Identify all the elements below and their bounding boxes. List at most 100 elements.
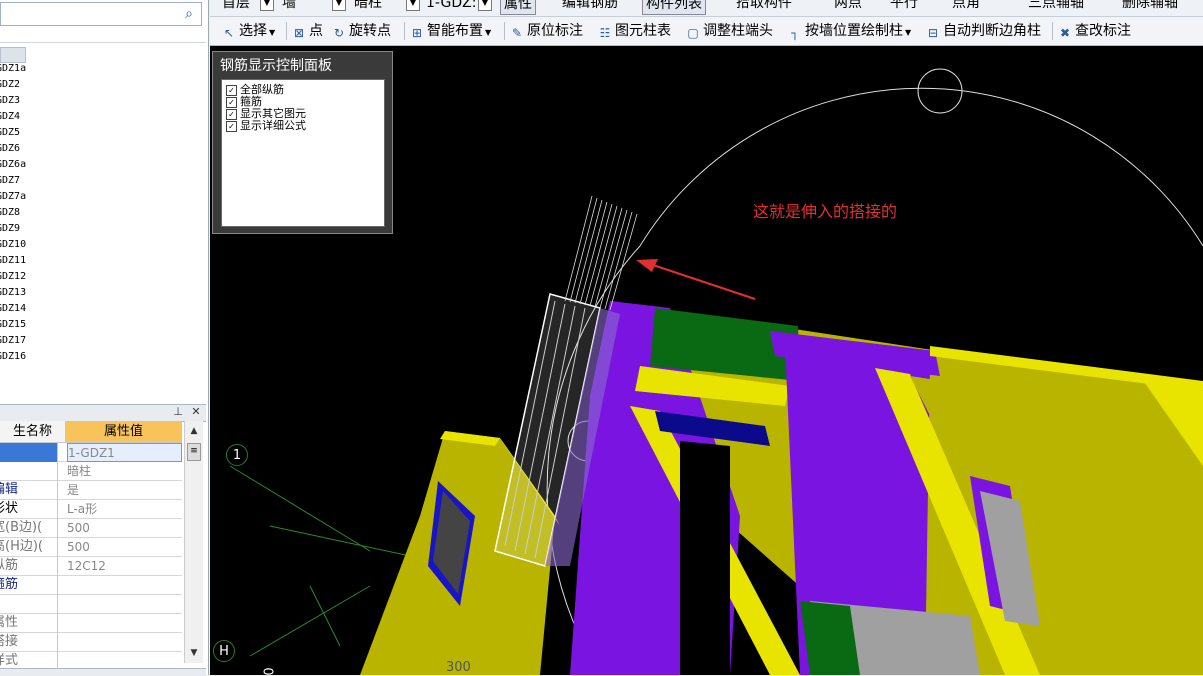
scroll-down-icon[interactable]: ▼	[188, 647, 200, 659]
tree-item[interactable]: GDZ1a	[0, 61, 26, 77]
close-icon[interactable]: ✕	[190, 406, 202, 418]
property-row[interactable]: 形状 L-a形	[0, 500, 182, 519]
lap-rebar	[564, 195, 638, 311]
tree-item[interactable]: GDZ6a	[0, 157, 26, 173]
adjust-end-button[interactable]: ▢ 调整柱端头	[686, 21, 773, 41]
property-row[interactable]: 纵筋 12C12	[0, 557, 182, 576]
edit-rebar-button[interactable]: 编辑钢筋	[562, 0, 618, 13]
scroll-up-icon[interactable]: ▲	[188, 425, 200, 437]
component-list-button[interactable]: 构件列表	[642, 0, 706, 15]
tree-item[interactable]: GDZ14	[0, 301, 26, 317]
by-wall-button[interactable]: ┐ 按墙位置绘制柱 ▼	[788, 21, 911, 41]
tree-item[interactable]: GDZ12	[0, 269, 26, 285]
property-value[interactable]	[67, 576, 182, 595]
property-name: 形状	[0, 500, 58, 519]
two-points-button[interactable]: 两点	[834, 0, 862, 13]
dimension-300: 300	[446, 660, 471, 675]
property-value[interactable]: 500	[67, 519, 182, 538]
tree-item[interactable]: GDZ4	[0, 109, 20, 125]
property-value[interactable]	[67, 614, 182, 633]
component-tree[interactable]: GDZ1aGDZ2GDZ3GDZ4GDZ5GDZ6GDZ6aGDZ7GDZ7aG…	[0, 42, 206, 399]
search-input[interactable]: ⌕	[0, 2, 202, 26]
subtype-select[interactable]: 暗柱	[354, 0, 382, 13]
rebar-options-list: ✓ 全部纵筋 ✓ 箍筋 ✓ 显示其它图元 ✓ 显示详细公式	[221, 79, 385, 227]
property-value[interactable]: 1-GDZ1	[67, 443, 182, 462]
component-select[interactable]: 1-GDZ:	[426, 0, 476, 13]
property-name: 箍筋	[0, 576, 58, 595]
point-button[interactable]: ⊠ 点	[292, 21, 323, 41]
checkbox[interactable]: ✓	[226, 121, 237, 132]
tree-item[interactable]: GDZ9	[0, 221, 20, 237]
rotate-point-button[interactable]: ↻ 旋转点	[332, 21, 391, 41]
property-name	[0, 462, 58, 481]
rotate-icon: ↻	[333, 26, 345, 40]
delete-axis-button[interactable]: 删除辅轴	[1122, 0, 1178, 13]
smart-layout-button[interactable]: ⊞ 智能布置 ▼	[410, 21, 491, 41]
property-scrollbar[interactable]: ▲ ≡ ▼	[184, 421, 203, 663]
property-value[interactable]: 500	[67, 538, 182, 557]
component-dropdown-icon[interactable]: ▼	[478, 0, 492, 13]
tree-item[interactable]: GDZ13	[0, 285, 26, 301]
axis-label-h: H	[213, 640, 235, 662]
property-row[interactable]: 1-GDZ1	[0, 443, 182, 462]
three-point-axis-button[interactable]: 三点辅轴	[1028, 0, 1084, 13]
property-row[interactable]: 编辑是	[0, 481, 182, 500]
tree-item[interactable]: GDZ17	[0, 333, 26, 349]
property-value[interactable]	[67, 595, 182, 614]
original-mark-button[interactable]: ✎ 原位标注	[510, 21, 583, 41]
floor-dropdown-icon[interactable]: ▼	[260, 0, 274, 13]
tree-item[interactable]: GDZ7	[0, 173, 20, 189]
checkbox[interactable]: ✓	[226, 109, 237, 120]
property-button[interactable]: 属性	[500, 0, 536, 15]
corner-icon: ⊟	[927, 26, 939, 40]
tree-item[interactable]: GDZ2	[0, 77, 20, 93]
tree-item[interactable]: GDZ7a	[0, 189, 26, 205]
rebar-panel-title: 钢筋显示控制面板	[220, 58, 332, 74]
left-panel: ⌕ GDZ1aGDZ2GDZ3GDZ4GDZ5GDZ6GDZ6aGDZ7GDZ7…	[0, 0, 209, 676]
property-row[interactable]: 宽(B边)(500	[0, 519, 182, 538]
tree-item[interactable]: GDZ11	[0, 253, 26, 269]
property-row[interactable]: 高(H边)(500	[0, 538, 182, 557]
tree-item[interactable]: GDZ15	[0, 317, 26, 333]
grid-line	[269, 525, 411, 557]
property-value[interactable]: 暗柱	[67, 462, 182, 481]
property-value[interactable]: 12C12	[67, 557, 182, 576]
tree-item[interactable]: GDZ5	[0, 125, 20, 141]
check-mark-button[interactable]: ✖ 查改标注	[1058, 21, 1131, 41]
tree-item[interactable]: GDZ10	[0, 237, 26, 253]
tree-item[interactable]: GDZ16	[0, 349, 26, 365]
search-icon[interactable]: ⌕	[181, 6, 197, 22]
rebar-option[interactable]: ✓ 显示详细公式	[226, 120, 306, 132]
property-row[interactable]	[0, 595, 182, 614]
grid-line	[249, 585, 371, 657]
property-panel-header: ⊥ ✕	[0, 404, 206, 422]
subtype-dropdown-icon[interactable]: ▼	[406, 0, 420, 13]
checkbox[interactable]: ✓	[226, 97, 237, 108]
tree-item[interactable]: GDZ3	[0, 93, 20, 109]
floor-select[interactable]: 首层	[222, 0, 250, 13]
parallel-button[interactable]: 平行	[890, 0, 918, 13]
property-value[interactable]: L-a形	[67, 500, 182, 519]
auto-corner-button[interactable]: ⊟ 自动判断边角柱	[926, 21, 1041, 41]
property-row[interactable]: 暗柱	[0, 462, 182, 481]
element-table-button[interactable]: ☷ 图元柱表	[598, 21, 671, 41]
property-row[interactable]: 箍筋	[0, 576, 182, 595]
property-value[interactable]: 是	[67, 481, 182, 500]
checkbox[interactable]: ✓	[226, 85, 237, 96]
property-row[interactable]: 搭接	[0, 633, 182, 652]
point-angle-button[interactable]: 点角	[952, 0, 980, 13]
rebar-control-panel: 钢筋显示控制面板 ✓ 全部纵筋 ✓ 箍筋 ✓ 显示其它图元 ✓ 显示详细公式	[212, 51, 393, 234]
dimension-0: 0	[262, 667, 278, 675]
pin-icon[interactable]: ⊥	[172, 406, 184, 418]
property-row[interactable]: 属性	[0, 614, 182, 633]
select-button[interactable]: ↖ 选择 ▼	[222, 21, 275, 41]
pick-component-button[interactable]: 拾取构件	[736, 0, 792, 13]
tree-item[interactable]: GDZ6	[0, 141, 20, 157]
grid-icon: ⊞	[411, 26, 423, 40]
tree-item[interactable]: GDZ8	[0, 205, 20, 221]
rotation-handle-top	[917, 68, 963, 114]
scroll-thumb[interactable]: ≡	[187, 443, 201, 461]
type-dropdown-icon[interactable]: ▼	[332, 0, 346, 13]
type-select[interactable]: 墙	[282, 0, 296, 13]
property-value[interactable]	[67, 633, 182, 652]
